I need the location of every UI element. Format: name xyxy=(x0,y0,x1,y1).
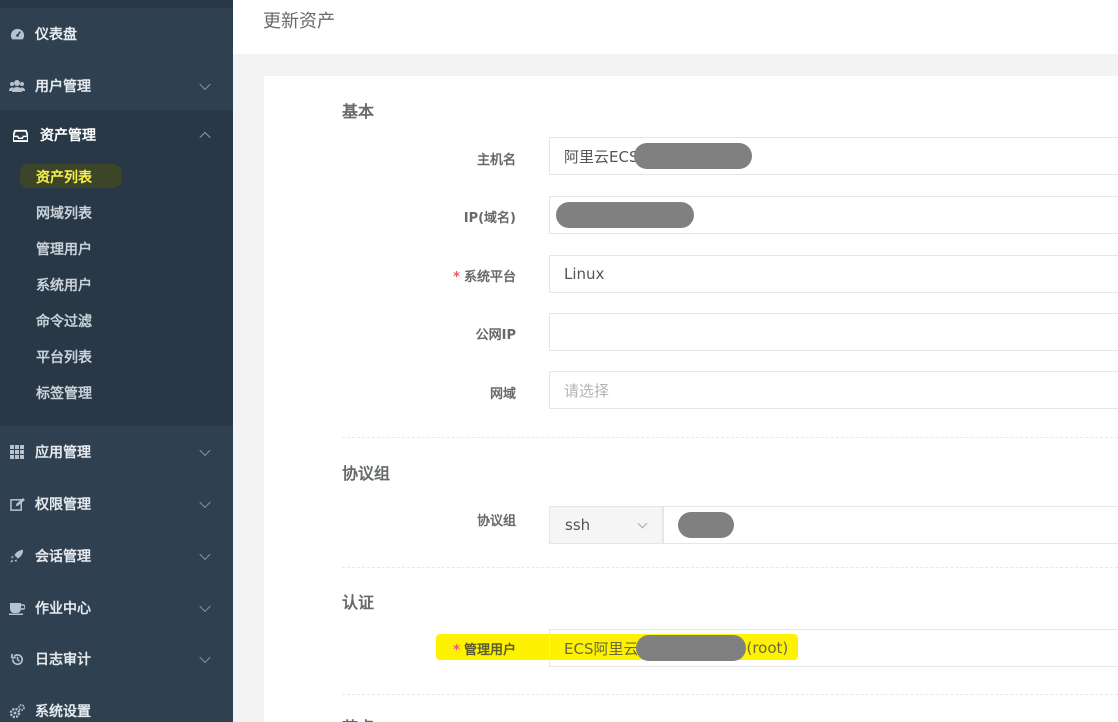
submenu-item-system-users[interactable]: 系统用户 xyxy=(36,274,92,298)
chevron-down-icon xyxy=(199,444,211,457)
divider xyxy=(342,437,1118,438)
protocol-port-input[interactable] xyxy=(663,506,1118,544)
section-title-nodes: 节点 xyxy=(342,714,374,722)
chevron-down-icon xyxy=(199,548,211,561)
redacted-mark xyxy=(634,143,753,169)
chevron-down-icon xyxy=(199,651,211,664)
rocket-icon xyxy=(9,548,25,564)
platform-label-text: 系统平台 xyxy=(463,270,516,285)
redacted-mark xyxy=(678,512,734,538)
required-mark: * xyxy=(453,643,460,658)
hostname-label: 主机名 xyxy=(476,153,516,168)
chevron-down-icon xyxy=(199,600,211,613)
sidebar-item-assets[interactable]: 资产管理 xyxy=(0,110,233,160)
ip-input[interactable] xyxy=(549,196,1118,234)
chevron-down-icon xyxy=(199,496,211,509)
page-header: 更新资产 xyxy=(233,0,1118,54)
grid-icon xyxy=(9,444,25,460)
admin-user-suffix: (root) xyxy=(746,639,789,657)
protocol-select[interactable]: ssh xyxy=(549,506,663,544)
sidebar-item-dashboard[interactable]: 仪表盘 xyxy=(0,8,233,60)
sidebar-item-label: 会话管理 xyxy=(35,549,91,565)
chevron-down-icon xyxy=(199,78,211,91)
section-title-auth: 认证 xyxy=(342,593,375,612)
divider xyxy=(342,694,1118,695)
platform-label: * 系统平台 xyxy=(326,266,516,285)
redacted-mark xyxy=(636,635,747,661)
page-title: 更新资产 xyxy=(263,11,335,32)
domain-placeholder: 请选择 xyxy=(564,381,610,400)
admin-user-label-text: 管理用户 xyxy=(463,643,516,658)
domain-label: 网域 xyxy=(489,387,516,402)
protocol-value: ssh xyxy=(565,516,591,534)
submenu-item-label-manage[interactable]: 标签管理 xyxy=(36,382,92,406)
history-icon xyxy=(9,651,25,667)
redacted-mark xyxy=(556,202,694,228)
submenu-item-command-filter[interactable]: 命令过滤 xyxy=(36,310,92,334)
hostname-input[interactable]: 阿里云ECS xyxy=(549,137,1118,175)
sidebar-item-label: 仪表盘 xyxy=(35,27,77,43)
sidebar-item-label: 作业中心 xyxy=(35,601,91,617)
sidebar-top-strip xyxy=(0,0,233,8)
sidebar-item-label: 日志审计 xyxy=(35,652,91,668)
submenu-item-domain-list[interactable]: 网域列表 xyxy=(36,202,92,226)
hostname-value: 阿里云ECS xyxy=(564,147,639,166)
sidebar-item-label: 系统设置 xyxy=(35,704,91,720)
sidebar: 仪表盘 用户管理 资产管理 资产列表 网域列表 管理用户 系统用户 命令过滤 平… xyxy=(0,0,233,722)
sidebar-item-label: 资产管理 xyxy=(40,128,96,144)
public-ip-label: 公网IP xyxy=(475,328,516,343)
public-ip-input[interactable] xyxy=(549,313,1118,351)
admin-user-label: * 管理用户 xyxy=(326,639,516,658)
section-title-basic: 基本 xyxy=(342,102,375,121)
ip-label: IP(域名) xyxy=(463,211,516,226)
sidebar-item-applications[interactable]: 应用管理 xyxy=(0,426,233,478)
sidebar-item-label: 权限管理 xyxy=(35,497,91,513)
platform-value: Linux xyxy=(564,265,605,283)
sidebar-item-settings[interactable]: 系统设置 xyxy=(0,685,233,722)
admin-user-select[interactable]: ECS阿里云 (root) xyxy=(549,629,1118,667)
gears-icon xyxy=(9,703,25,719)
chevron-down-icon xyxy=(637,518,648,529)
required-mark: * xyxy=(453,270,460,285)
domain-select[interactable]: 请选择 xyxy=(549,371,1118,409)
submenu-item-asset-list[interactable]: 资产列表 xyxy=(36,166,92,190)
platform-select[interactable]: Linux xyxy=(549,255,1118,293)
chevron-up-icon xyxy=(199,131,211,144)
section-title-protocols: 协议组 xyxy=(342,464,391,483)
sidebar-item-permissions[interactable]: 权限管理 xyxy=(0,478,233,530)
sidebar-item-jobs[interactable]: 作业中心 xyxy=(0,582,233,634)
sidebar-item-label: 用户管理 xyxy=(35,79,91,95)
submenu-item-platform-list[interactable]: 平台列表 xyxy=(36,346,92,370)
sidebar-item-users[interactable]: 用户管理 xyxy=(0,60,233,112)
sidebar-item-sessions[interactable]: 会话管理 xyxy=(0,530,233,582)
sidebar-item-audit-logs[interactable]: 日志审计 xyxy=(0,633,233,685)
divider xyxy=(342,567,1118,568)
asset-submenu: 资产列表 网域列表 管理用户 系统用户 命令过滤 平台列表 标签管理 xyxy=(0,160,233,426)
users-icon xyxy=(9,78,25,94)
submenu-item-admin-users[interactable]: 管理用户 xyxy=(36,238,92,262)
inbox-icon xyxy=(12,127,28,143)
asset-form-card: 基本 主机名 阿里云ECS IP(域名) * 系统平台 Linux 公网IP 网域… xyxy=(264,76,1118,722)
sidebar-item-label: 应用管理 xyxy=(35,445,91,461)
edit-icon xyxy=(9,496,25,512)
admin-user-prefix: ECS阿里云 xyxy=(564,639,639,658)
dashboard-icon xyxy=(9,26,25,42)
coffee-icon xyxy=(9,600,25,616)
protocols-label: 协议组 xyxy=(476,514,516,529)
